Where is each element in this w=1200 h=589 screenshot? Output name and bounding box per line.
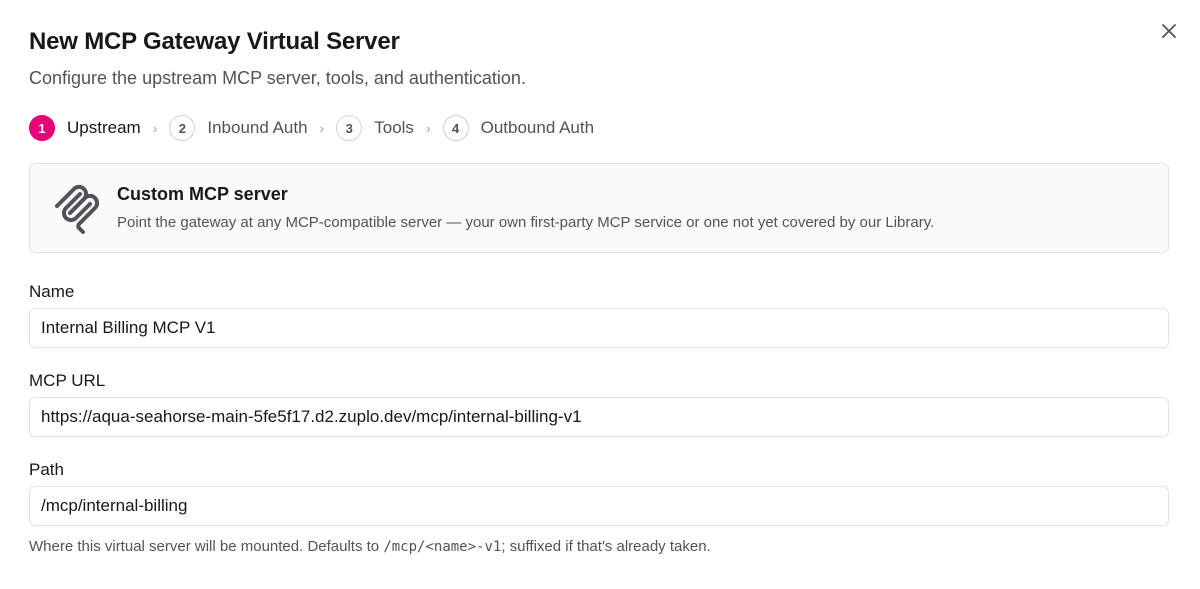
chevron-right-icon: › (319, 120, 325, 136)
custom-mcp-server-card: Custom MCP server Point the gateway at a… (29, 163, 1169, 253)
step-label: Upstream (67, 118, 141, 137)
help-prefix: Where this virtual server will be mounte… (29, 538, 384, 555)
step-label: Tools (374, 118, 414, 137)
path-label: Path (29, 460, 64, 479)
step-number: 2 (169, 115, 196, 141)
step-outbound-auth[interactable]: 4 Outbound Auth (442, 115, 595, 141)
card-description: Point the gateway at any MCP-compatible … (117, 214, 935, 231)
step-tools[interactable]: 3 Tools (336, 115, 414, 141)
card-title: Custom MCP server (117, 184, 288, 204)
mcp-url-label: MCP URL (29, 371, 106, 390)
dialog-subtitle: Configure the upstream MCP server, tools… (29, 68, 526, 88)
name-input[interactable] (29, 308, 1169, 348)
step-inbound-auth[interactable]: 2 Inbound Auth (169, 115, 308, 141)
path-input[interactable] (29, 486, 1169, 526)
name-label: Name (29, 282, 75, 301)
dialog-title: New MCP Gateway Virtual Server (29, 28, 400, 55)
close-button[interactable] (1156, 18, 1182, 44)
chevron-right-icon: › (152, 120, 158, 136)
mcp-url-input[interactable] (29, 397, 1169, 437)
chevron-right-icon: › (425, 120, 431, 136)
step-number: 1 (29, 115, 55, 141)
new-virtual-server-dialog: New MCP Gateway Virtual Server Configure… (0, 0, 1200, 589)
step-label: Outbound Auth (480, 118, 595, 137)
help-suffix: ; suffixed if that's already taken. (501, 538, 711, 555)
step-number: 3 (336, 115, 363, 141)
help-code: /mcp/<name>-v1 (383, 539, 502, 555)
step-label: Inbound Auth (207, 118, 308, 137)
step-number: 4 (442, 115, 469, 141)
stepper: 1 Upstream › 2 Inbound Auth › 3 Tools › … (29, 114, 594, 142)
mcp-logo-icon (55, 184, 100, 234)
step-upstream[interactable]: 1 Upstream (29, 115, 141, 141)
path-help-text: Where this virtual server will be mounte… (29, 538, 711, 555)
close-icon (1162, 24, 1176, 38)
